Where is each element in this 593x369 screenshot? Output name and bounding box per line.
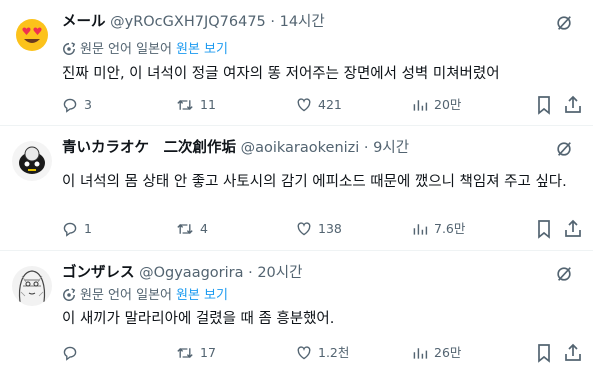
heart-eyes-emoji-avatar [16, 19, 48, 51]
author-name[interactable]: ゴンザレス [62, 265, 135, 281]
reply-icon [63, 346, 77, 361]
tweet-text: 이 새끼가 말라리아에 걸렸을 때 좀 흥분했어. [62, 311, 335, 327]
share-icon[interactable] [563, 95, 583, 115]
show-original-link[interactable]: 원본 보기 [176, 288, 228, 303]
tweet-2[interactable]: 青いカラオケ 二次創作垢 @aoikaraokenizi · 9시간 이 녀석의… [0, 138, 593, 239]
like-icon [297, 222, 311, 236]
reply-icon [63, 98, 77, 113]
timestamp[interactable]: 14시간 [280, 14, 325, 30]
retweet-button[interactable]: 17 [176, 343, 216, 363]
views-button[interactable]: 20만 [412, 95, 461, 115]
like-count: 421 [318, 97, 342, 112]
tweet-header: 青いカラオケ 二次創作垢 @aoikaraokenizi · 9시간 [62, 138, 409, 158]
bookmark-icon[interactable] [534, 95, 554, 115]
grok-icon[interactable] [555, 265, 573, 283]
separator-dot: · [270, 14, 275, 30]
avatar[interactable] [12, 15, 52, 55]
like-button[interactable]: 1.2천 [296, 343, 349, 363]
reply-count: 1 [84, 221, 92, 236]
show-original-link[interactable]: 원본 보기 [176, 42, 228, 57]
like-icon [297, 98, 311, 112]
author-handle[interactable]: @yROcGXH7JQ76475 [110, 14, 266, 30]
author-name[interactable]: 青いカラオケ 二次創作垢 [62, 140, 236, 156]
avatar[interactable] [12, 141, 52, 181]
reply-count: 3 [84, 97, 92, 112]
reply-button[interactable]: 1 [62, 219, 92, 239]
view-count: 26만 [434, 345, 462, 360]
bookmark-icon[interactable] [534, 219, 554, 239]
grok-icon[interactable] [555, 14, 573, 32]
reply-button[interactable]: 3 [62, 95, 92, 115]
tweet-text: 진짜 미안, 이 녀석이 정글 여자의 똥 저어주는 장면에서 성벽 미쳐버렸어 [62, 66, 500, 82]
retweet-icon [177, 100, 193, 110]
retweet-count: 4 [200, 221, 208, 236]
divider [0, 250, 593, 251]
retweet-icon [177, 224, 193, 234]
views-icon [413, 348, 428, 359]
sketch-character-avatar [18, 270, 46, 303]
tweet-text: 이 녀석의 몸 상태 안 좋고 사토시의 감기 에피소드 때문에 깼으니 책임져… [62, 174, 567, 190]
author-handle[interactable]: @Ogyaagorira [139, 265, 243, 281]
reply-icon [63, 222, 77, 237]
separator-dot: · [363, 140, 369, 156]
translation-language: 원문 언어 일본어 [80, 42, 172, 57]
tweet-header: メール @yROcGXH7JQ76475 · 14시간 [62, 12, 325, 32]
karaoke-character-avatar [19, 146, 45, 174]
view-count: 20만 [434, 97, 462, 112]
views-button[interactable]: 26만 [412, 343, 461, 363]
view-count: 7.6만 [434, 221, 466, 236]
separator-dot: · [248, 265, 253, 281]
tweet-1[interactable]: メール @yROcGXH7JQ76475 · 14시간 원문 언어 일본어 원본 … [0, 12, 593, 115]
share-icon[interactable] [563, 343, 583, 363]
views-icon [413, 224, 428, 235]
avatar[interactable] [12, 266, 52, 306]
bookmark-icon[interactable] [534, 343, 554, 363]
translation-row: 원문 언어 일본어 원본 보기 [62, 287, 228, 305]
timestamp[interactable]: 20시간 [257, 265, 302, 281]
grok-icon[interactable] [555, 140, 573, 158]
retweet-button[interactable]: 4 [176, 219, 208, 239]
like-count: 138 [318, 221, 342, 236]
tweet-header: ゴンザレス @Ogyaagorira · 20시간 [62, 263, 302, 283]
retweet-count: 17 [200, 345, 216, 360]
like-icon [297, 346, 311, 360]
translation-row: 원문 언어 일본어 원본 보기 [62, 41, 228, 59]
like-button[interactable]: 421 [296, 95, 342, 115]
tweet-3[interactable]: ゴンザレス @Ogyaagorira · 20시간 원문 언어 일본어 원본 보기… [0, 263, 593, 363]
translation-language: 원문 언어 일본어 [80, 288, 172, 303]
author-name[interactable]: メール [62, 14, 106, 30]
retweet-icon [177, 348, 193, 358]
like-button[interactable]: 138 [296, 219, 342, 239]
views-icon [413, 100, 428, 111]
share-icon[interactable] [563, 219, 583, 239]
translate-icon [63, 42, 76, 55]
like-count: 1.2천 [318, 345, 350, 360]
timestamp[interactable]: 9시간 [373, 140, 409, 156]
divider [0, 125, 593, 126]
reply-button[interactable] [62, 343, 84, 363]
retweet-button[interactable]: 11 [176, 95, 216, 115]
author-handle[interactable]: @aoikaraokenizi [241, 140, 360, 156]
views-button[interactable]: 7.6만 [412, 219, 465, 239]
retweet-count: 11 [200, 97, 216, 112]
translate-icon [63, 288, 76, 301]
